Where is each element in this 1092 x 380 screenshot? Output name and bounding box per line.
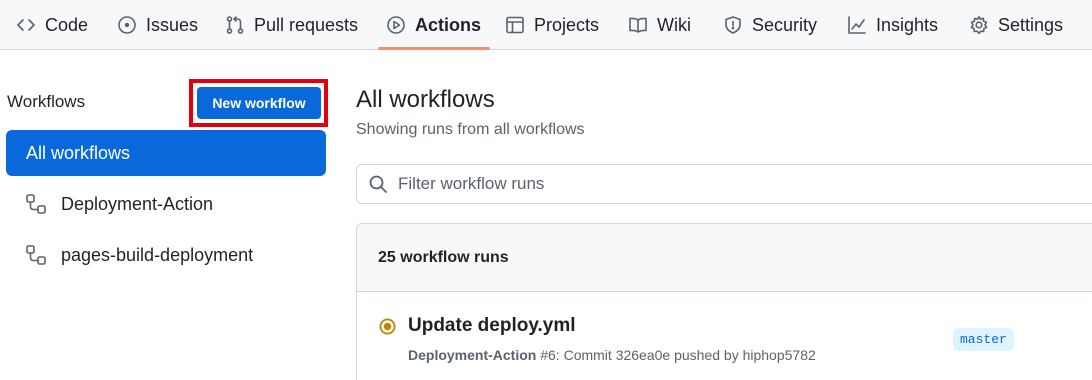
tab-issues[interactable]: Issues xyxy=(117,0,198,50)
tab-label: Actions xyxy=(415,14,482,35)
list-item[interactable]: Update deploy.yml Deployment-Action #6: … xyxy=(357,293,1092,380)
workflow-runs-list: 25 workflow runs Update deploy.yml Deplo… xyxy=(356,223,1092,380)
tab-security[interactable]: Security xyxy=(723,0,817,50)
sidebar-item-pages-build-deployment[interactable]: pages-build-deployment xyxy=(6,232,326,278)
tab-label: Pull requests xyxy=(254,14,359,35)
tab-actions[interactable]: Actions xyxy=(377,0,491,50)
play-icon xyxy=(387,16,405,34)
book-icon xyxy=(629,17,647,33)
tab-pull-requests[interactable]: Pull requests xyxy=(225,0,358,50)
tab-label: Issues xyxy=(146,14,199,35)
tab-label: Code xyxy=(45,14,89,35)
sidebar-item-all-workflows[interactable]: All workflows xyxy=(6,130,326,176)
sidebar-item-deployment-action[interactable]: Deployment-Action xyxy=(6,181,326,227)
sidebar-item-label: Deployment-Action xyxy=(61,193,214,214)
code-icon xyxy=(17,19,35,31)
tab-label: Wiki xyxy=(657,14,691,35)
shield-icon xyxy=(725,16,741,34)
sidebar-item-label: pages-build-deployment xyxy=(61,244,254,265)
sidebar-item-label: All workflows xyxy=(26,142,131,163)
runs-list-header: 25 workflow runs xyxy=(357,224,1092,292)
run-workflow-name: Deployment-Action xyxy=(408,347,537,363)
tab-label: Projects xyxy=(534,14,600,35)
in-progress-status-icon xyxy=(379,318,396,335)
tab-label: Insights xyxy=(876,14,939,35)
branch-badge[interactable]: master xyxy=(953,328,1014,351)
search-icon xyxy=(369,175,387,193)
gear-icon xyxy=(970,16,988,35)
run-meta: Deployment-Action #6: Commit 326ea0e pus… xyxy=(408,347,816,363)
pull-request-icon xyxy=(226,16,244,34)
tab-insights[interactable]: Insights xyxy=(847,0,938,50)
runs-count: 25 workflow runs xyxy=(378,249,509,266)
workflow-icon xyxy=(26,194,46,214)
filter-runs-field[interactable] xyxy=(356,164,1092,204)
tab-wiki[interactable]: Wiki xyxy=(628,0,691,50)
table-icon xyxy=(506,16,524,34)
run-meta-detail: #6: Commit 326ea0e pushed by hiphop5782 xyxy=(536,347,816,363)
workflow-icon xyxy=(26,245,46,265)
page-title: All workflows xyxy=(356,86,495,113)
tab-label: Settings xyxy=(998,14,1064,35)
graph-icon xyxy=(848,16,866,34)
page-subtitle: Showing runs from all workflows xyxy=(356,121,585,138)
tab-label: Security xyxy=(752,14,818,35)
new-workflow-button[interactable]: New workflow xyxy=(197,87,321,119)
tab-projects[interactable]: Projects xyxy=(505,0,599,50)
run-title-link[interactable]: Update deploy.yml xyxy=(408,315,576,337)
tab-settings[interactable]: Settings xyxy=(969,0,1063,50)
issue-icon xyxy=(118,16,136,34)
repo-nav: Code Issues Pull requests Actions Projec… xyxy=(0,0,1092,50)
workflows-heading: Workflows xyxy=(7,92,86,111)
filter-runs-input[interactable] xyxy=(398,174,998,194)
tab-code[interactable]: Code xyxy=(16,0,88,50)
